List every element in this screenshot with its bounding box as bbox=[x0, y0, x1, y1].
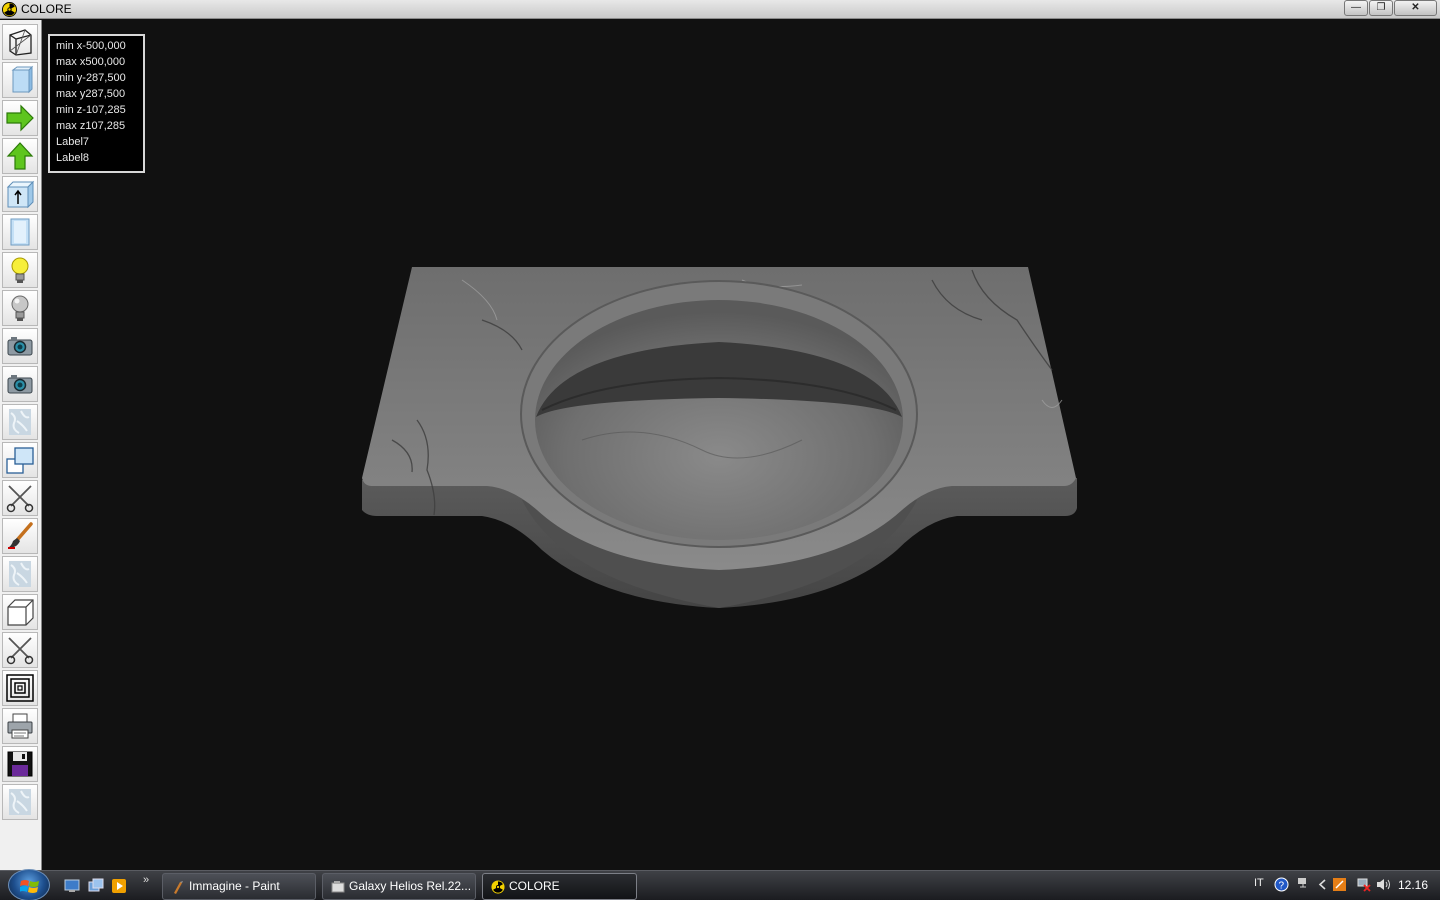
light-on-icon bbox=[11, 257, 29, 283]
taskbar-item-label: COLORE bbox=[509, 879, 560, 893]
light-off-icon bbox=[11, 295, 29, 321]
info-line: Label7 bbox=[56, 136, 90, 148]
title-bar: COLORE — ❐ ✕ bbox=[0, 0, 1440, 19]
tool-texture-3[interactable] bbox=[2, 784, 38, 820]
start-button[interactable] bbox=[8, 869, 50, 900]
system-tray: IT ? 12.16 bbox=[1245, 871, 1440, 900]
help-icon[interactable]: ? bbox=[1274, 877, 1289, 892]
taskbar-item-galaxy-helios[interactable]: Galaxy Helios Rel.22... bbox=[322, 873, 476, 900]
tool-box-up[interactable] bbox=[2, 176, 38, 212]
clock[interactable]: 12.16 bbox=[1398, 878, 1428, 892]
texture-3-icon bbox=[9, 789, 31, 815]
galaxy-helios-app-icon bbox=[331, 881, 345, 893]
tool-camera-2[interactable] bbox=[2, 366, 38, 402]
tool-move-right[interactable] bbox=[2, 100, 38, 136]
tool-solid-view[interactable] bbox=[2, 62, 38, 98]
front-panel-icon bbox=[10, 218, 30, 246]
network-icon[interactable] bbox=[1296, 877, 1311, 892]
windows-logo-icon bbox=[20, 880, 39, 893]
left-toolbar bbox=[0, 20, 42, 870]
tool-save[interactable] bbox=[2, 746, 38, 782]
tool-light-on[interactable] bbox=[2, 252, 38, 288]
volume-icon[interactable] bbox=[1376, 877, 1391, 892]
tool-paint-brush[interactable] bbox=[2, 518, 38, 554]
info-line: max z107,285 bbox=[56, 120, 126, 132]
floppy-disk-icon bbox=[7, 751, 33, 777]
tool-texture[interactable] bbox=[2, 404, 38, 440]
printer-icon bbox=[7, 713, 33, 739]
window-title: COLORE bbox=[21, 2, 72, 16]
radiation-icon bbox=[491, 880, 505, 894]
wireframe-view-icon bbox=[9, 29, 32, 56]
tool-offset[interactable] bbox=[2, 670, 38, 706]
tool-front-panel[interactable] bbox=[2, 214, 38, 250]
texture-icon bbox=[9, 409, 31, 435]
box-up-icon bbox=[6, 180, 35, 209]
app-window: COLORE — ❐ ✕ min x-500,000 max x500,000 … bbox=[0, 0, 1440, 900]
info-line: min x-500,000 bbox=[56, 40, 126, 52]
marble-sink-model bbox=[362, 267, 1077, 608]
solid-view-icon bbox=[11, 65, 34, 94]
cube-icon bbox=[7, 599, 34, 626]
tool-print[interactable] bbox=[2, 708, 38, 744]
paint-app-icon bbox=[174, 881, 183, 894]
radiation-icon bbox=[2, 2, 17, 17]
taskbar-item-label: Immagine - Paint bbox=[189, 879, 280, 893]
show-desktop-icon[interactable] bbox=[64, 878, 80, 894]
info-line: min y-287,500 bbox=[56, 72, 126, 84]
tool-wireframe-view[interactable] bbox=[2, 24, 38, 60]
texture-2-icon bbox=[9, 561, 31, 587]
maximize-button[interactable]: ❐ bbox=[1369, 0, 1393, 16]
network-disconnected-icon[interactable] bbox=[1356, 877, 1371, 892]
taskbar-item-label: Galaxy Helios Rel.22... bbox=[349, 879, 472, 893]
update-icon[interactable] bbox=[1332, 877, 1347, 892]
tool-camera[interactable] bbox=[2, 328, 38, 364]
tool-light-off[interactable] bbox=[2, 290, 38, 326]
tool-cube[interactable] bbox=[2, 594, 38, 630]
info-line: min z-107,285 bbox=[56, 104, 126, 116]
tool-move-up[interactable] bbox=[2, 138, 38, 174]
quick-launch-more-icon[interactable]: » bbox=[143, 874, 149, 886]
info-line: max y287,500 bbox=[56, 88, 126, 100]
minimize-button[interactable]: — bbox=[1344, 0, 1368, 16]
taskbar: » Immagine - Paint Galaxy Helios Rel.22.… bbox=[0, 869, 1440, 900]
scissors-2-icon bbox=[6, 637, 34, 665]
close-button[interactable]: ✕ bbox=[1394, 0, 1437, 16]
taskbar-item-paint[interactable]: Immagine - Paint bbox=[162, 873, 316, 900]
tool-scissors[interactable] bbox=[2, 480, 38, 516]
arrow-up-icon bbox=[6, 142, 34, 170]
chevron-left-icon[interactable] bbox=[1315, 877, 1330, 892]
taskbar-item-colore[interactable]: COLORE bbox=[482, 873, 637, 900]
switch-windows-icon[interactable] bbox=[88, 878, 104, 894]
paint-brush-icon bbox=[8, 522, 33, 549]
info-line: max x500,000 bbox=[56, 56, 126, 68]
language-indicator[interactable]: IT bbox=[1254, 877, 1264, 889]
info-line: Label8 bbox=[56, 152, 90, 164]
tool-window-frame[interactable] bbox=[2, 442, 38, 478]
camera-2-icon bbox=[7, 375, 33, 394]
concentric-squares-icon bbox=[6, 674, 34, 702]
arrow-right-icon bbox=[6, 104, 34, 132]
camera-icon bbox=[7, 337, 33, 356]
tool-scissors-2[interactable] bbox=[2, 632, 38, 668]
media-player-icon[interactable] bbox=[111, 878, 127, 894]
window-frame-icon bbox=[6, 447, 34, 474]
svg-text:?: ? bbox=[1279, 881, 1285, 892]
3d-viewport[interactable]: min x-500,000 max x500,000 min y-287,500… bbox=[42, 20, 1440, 870]
tool-texture-2[interactable] bbox=[2, 556, 38, 592]
bounds-info-panel: min x-500,000 max x500,000 min y-287,500… bbox=[48, 34, 145, 173]
scissors-icon bbox=[6, 485, 34, 513]
